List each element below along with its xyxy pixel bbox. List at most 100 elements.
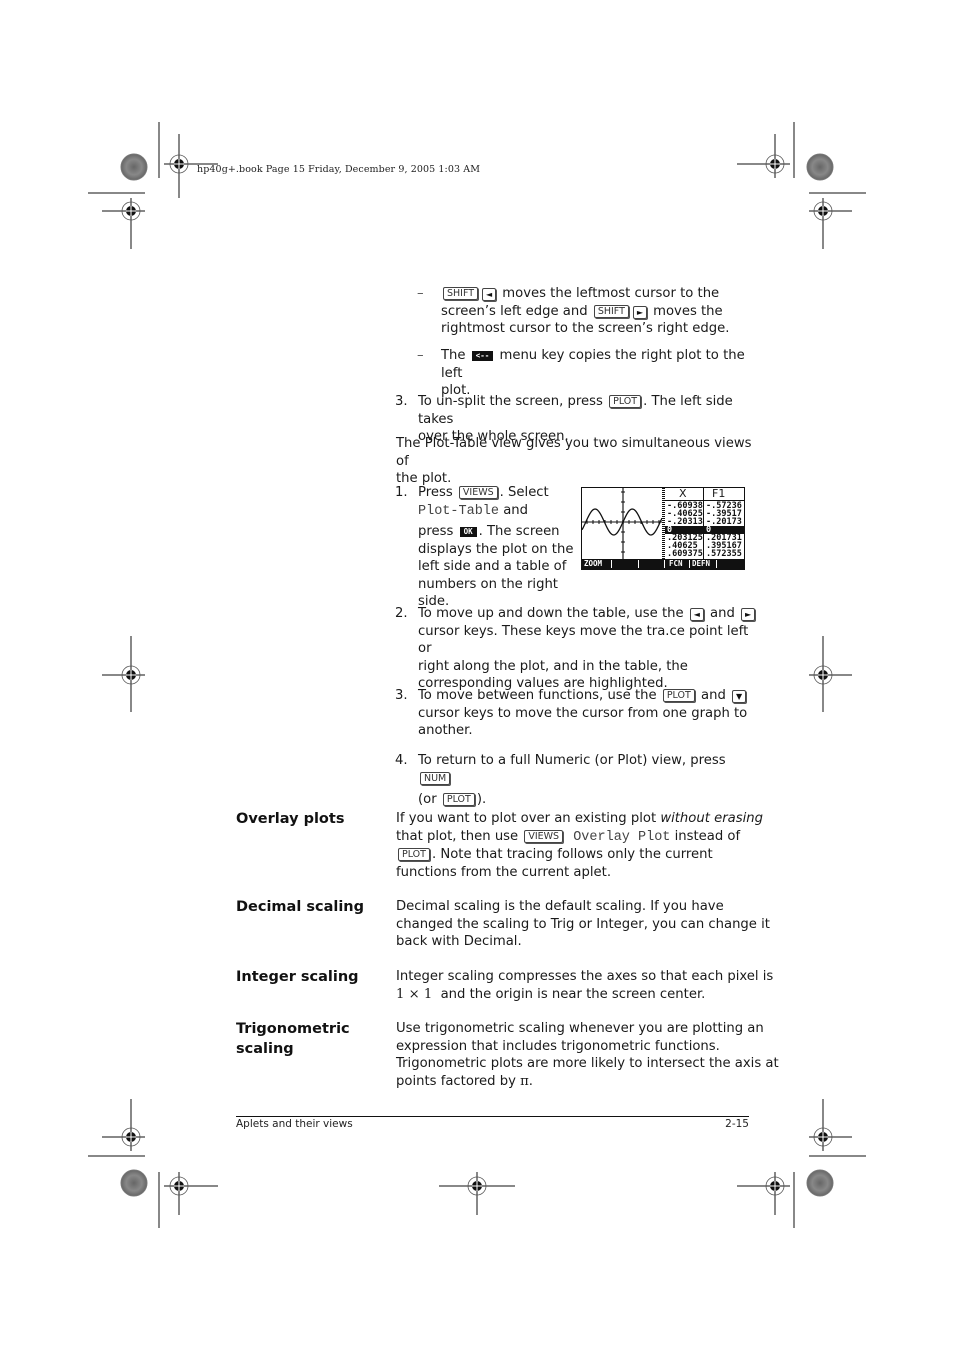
heading-line: Trigonometric: [236, 1021, 350, 1037]
section-body: If you want to plot over an existing plo…: [396, 810, 763, 881]
step-3: 3. To move between functions, use the PL…: [395, 687, 758, 740]
left-arrow-key-icon: ◄: [482, 288, 497, 301]
text: moves the leftmost cursor to the: [502, 286, 720, 301]
registration-mark-icon: [439, 1172, 515, 1215]
text: ).: [476, 792, 487, 807]
key-label: VIEWS: [524, 829, 564, 843]
body-line: Use trigonometric scaling whenever you a…: [396, 1020, 764, 1038]
step-number: 4.: [395, 753, 408, 768]
page-number: 2-15: [725, 1118, 749, 1130]
text: screen’s left edge and: [441, 303, 588, 319]
body-line: Decimal scaling is the default scaling. …: [396, 898, 756, 916]
copy-left-softkey: <--: [471, 351, 494, 361]
registration-mark-icon: [809, 198, 852, 249]
text: rightmost cursor to the screen’s right e…: [441, 321, 730, 336]
footer-rule: [236, 1116, 749, 1117]
text: Integer scaling compresses the axes so t…: [396, 969, 774, 984]
math-symbol: π: [520, 1073, 529, 1089]
column-header-f1: F1: [712, 487, 726, 500]
views-key: VIEWS: [458, 486, 498, 499]
plot-graph: [582, 488, 662, 559]
table-row: .609375.572355: [665, 549, 744, 559]
left-arrow-key-icon: ◄: [689, 608, 704, 621]
text: The: [441, 348, 466, 363]
registration-mark-icon: [102, 198, 145, 249]
step-1: 1. Press VIEWS. Select Plot-Table and pr…: [395, 484, 588, 611]
color-target-icon: [806, 1169, 834, 1197]
text: points factored by: [396, 1073, 521, 1089]
f1-value: -.20173: [706, 517, 742, 527]
heading-line: Overlay plots: [236, 811, 345, 827]
table-header: X F1: [665, 488, 744, 501]
section-heading: Integer scaling: [236, 967, 359, 987]
menu-option: Overlay Plot: [565, 829, 671, 845]
body-line: points factored by π.: [396, 1073, 756, 1091]
step-number: 2.: [395, 606, 408, 621]
text: functions from the current aplet.: [396, 864, 612, 880]
down-arrow-key-icon: ▼: [732, 690, 747, 703]
text: Press: [418, 485, 453, 500]
color-target-icon: [120, 1169, 148, 1197]
body-line: Integer scaling compresses the axes so t…: [396, 968, 773, 986]
shift-key: SHIFT: [593, 304, 629, 318]
registration-mark-icon: [809, 1099, 852, 1151]
plot-key: PLOT: [662, 689, 695, 702]
body-line: Trigonometric plots are more likely to i…: [396, 1055, 779, 1073]
softkey-defn: DEFN: [692, 559, 711, 568]
softkey-menu: ZOOM FCN DEFN: [582, 559, 744, 569]
color-target-icon: [120, 153, 148, 181]
step-2: 2. To move up and down the table, use th…: [395, 605, 758, 693]
text: press: [418, 524, 454, 539]
text: (or: [418, 792, 437, 807]
step-4: 4. To return to a full Numeric (or Plot)…: [395, 752, 758, 809]
intro-paragraph: The Plot-Table view gives you two simult…: [396, 435, 756, 488]
shift-key: SHIFT: [443, 287, 479, 300]
right-arrow-key-icon: ►: [632, 305, 647, 319]
text: If you want to plot over an existing plo…: [396, 811, 661, 826]
heading-line: Integer scaling: [236, 969, 359, 985]
section-heading: Trigonometric scaling: [236, 1019, 350, 1059]
calculator-screen: X F1 -.60938 -.57236 -.40625 -.39517 -.20313…: [581, 487, 745, 570]
heading-line: scaling: [236, 1041, 294, 1057]
text: changed the scaling to Trig or Integer, …: [396, 916, 770, 932]
table-row: -.20313 -.20173: [665, 517, 744, 527]
text: expression that includes trigonometric f…: [396, 1038, 720, 1054]
softkey-zoom: ZOOM: [584, 559, 603, 568]
registration-mark-icon: [164, 1172, 218, 1215]
registration-mark-icon: [102, 1099, 145, 1151]
registration-mark-icon: [809, 636, 852, 712]
text: Trigonometric plots are more likely to i…: [396, 1056, 779, 1071]
footer-chapter: Aplets and their views: [236, 1118, 353, 1130]
text: and: [710, 606, 735, 621]
text: moves the: [653, 303, 723, 319]
text: . The screen: [478, 524, 560, 539]
numeric-table: X F1 -.60938 -.57236 -.40625 -.39517 -.20313…: [665, 488, 744, 559]
x-value: -.20313: [667, 517, 703, 527]
math-symbol: 1 × 1: [396, 986, 433, 1002]
text: right along the plot, and in the table, …: [418, 658, 688, 674]
heading-line: Decimal scaling: [236, 899, 365, 915]
body-line: 1 × 1 and the origin is near the screen …: [396, 986, 756, 1004]
section-body: Use trigonometric scaling whenever you a…: [396, 1020, 779, 1091]
text: Decimal scaling is the default scaling. …: [396, 899, 724, 914]
plot-key: PLOT: [442, 793, 475, 806]
text: displays the plot on the: [418, 541, 574, 557]
text: The Plot-Table view gives you two simult…: [396, 436, 752, 469]
text: and the origin is near the screen center…: [432, 986, 706, 1002]
step-number: 3.: [395, 688, 408, 703]
right-arrow-key-icon: ►: [741, 608, 756, 621]
text: and: [701, 688, 726, 703]
slug-line: hp40g+.book Page 15 Friday, December 9, …: [197, 164, 481, 175]
menu-option: Plot-Table: [418, 503, 500, 519]
bullet-shift-left: – SHIFT ◄ moves the leftmost cursor to th…: [417, 285, 761, 338]
section-heading: Decimal scaling: [236, 897, 364, 917]
text: instead of: [670, 828, 741, 844]
section-body: Decimal scaling is the default scaling. …: [396, 898, 770, 951]
text: left side and a table of: [418, 559, 567, 574]
body-line: If you want to plot over an existing plo…: [396, 810, 763, 828]
text: another.: [418, 723, 473, 738]
text: To move up and down the table, use the: [418, 606, 684, 621]
registration-mark-icon: [737, 134, 790, 178]
f1-value: .572355: [706, 549, 742, 559]
num-key: NUM: [420, 771, 451, 785]
